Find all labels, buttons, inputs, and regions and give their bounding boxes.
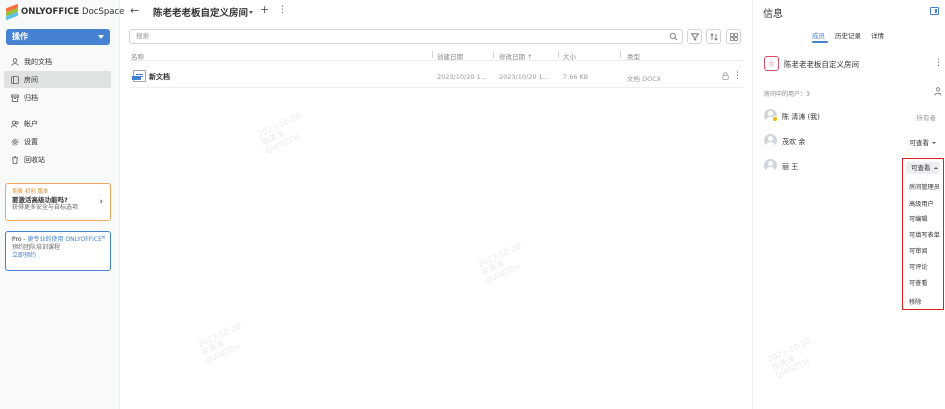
member-row[interactable]: 陈 清涛 (我) 所有者 [764, 109, 936, 123]
rooms-icon [11, 75, 19, 84]
table-header: 名称 创建日期 修改日期 ↑ 大小 类型 [129, 50, 743, 61]
page-title: 陈老老老板自定义房间 [153, 8, 249, 19]
member-name: 茂欢 余 [782, 138, 806, 146]
archive-icon [11, 94, 19, 102]
table-row[interactable]: 新文档 2023/10/20 1... 2023/10/20 1... 7.66… [129, 66, 743, 88]
plus-icon[interactable]: + [260, 3, 269, 16]
chevron-up-icon [933, 167, 938, 169]
filter-button[interactable] [687, 29, 702, 44]
onlyoffice-logo-icon [6, 3, 18, 21]
file-size: 7.66 KB [563, 73, 589, 81]
info-panel: 信息 成员 历史记录 详情 ☆ 陈老老老板自定义房间 ⋮ 房间中的用户：3 陈 … [752, 0, 945, 409]
add-user-icon[interactable] [934, 87, 942, 96]
avatar [764, 159, 777, 172]
role-option-editor[interactable]: 可编辑 [909, 214, 928, 223]
avatar [764, 134, 777, 147]
chevron-down-icon [98, 35, 104, 39]
promo-subtitle: 获得更多安全与自标选项 [12, 204, 79, 211]
column-header-size[interactable]: 大小 [563, 51, 576, 61]
member-name: 丽 王 [782, 163, 799, 171]
book-now-link[interactable]: 立即预约 [12, 252, 104, 260]
search-icon [669, 32, 678, 41]
member-name: 陈 清涛 (我) [782, 113, 820, 121]
promo-link[interactable]: 更专业的使用 ONLYOFFICE [28, 236, 102, 243]
role-option-remove[interactable]: 移除 [909, 297, 921, 306]
role-option-power-user[interactable]: 高级用户 [909, 199, 934, 208]
accounts-icon [11, 120, 19, 128]
chevron-down-icon[interactable] [249, 11, 253, 14]
more-vertical-icon[interactable]: ⋮ [733, 72, 742, 81]
member-role-select[interactable]: 可查看 [906, 162, 940, 174]
role-option-form-filler[interactable]: 可填写表单 [909, 230, 940, 239]
file-type: 文档 DOCX [627, 75, 662, 83]
tab-members[interactable]: 成员 [812, 30, 825, 40]
room-name: 陈老老老板自定义房间 [784, 60, 859, 69]
role-option-room-admin[interactable]: 房间管理员 [909, 182, 940, 191]
view-toggle-button[interactable] [726, 29, 741, 44]
upgrade-promo-card[interactable]: 免费 初创 版本 要激活高级功能吗? 获得更多安全与自标选项 › [5, 183, 111, 221]
tab-details[interactable]: 详情 [871, 30, 884, 40]
users-count: 房间中的用户：3 [764, 91, 810, 98]
person-icon [11, 57, 19, 66]
sort-icon [709, 32, 718, 41]
member-role-select[interactable]: 可查看 [910, 137, 936, 147]
column-header-type[interactable]: 类型 [627, 51, 640, 61]
app-logo[interactable]: ONLYOFFICE DocSpace [6, 3, 124, 21]
sidebar: ONLYOFFICE DocSpace 操作 我的文档 房间 归档 帐户 设置 … [0, 0, 124, 409]
chevron-right-icon: › [99, 197, 103, 207]
star-icon: ☆ [764, 56, 779, 71]
training-promo-card: Pro - 更专业的使用 ONLYOFFICE 预约团队培训课程 立即预约 × [5, 231, 111, 271]
column-header-name[interactable]: 名称 [131, 51, 144, 61]
sidebar-item-accounts[interactable]: 帐户 [4, 115, 111, 132]
main-content: ← 陈老老老板自定义房间 + ⋮ 搜索 名称 创建日期 修改日期 ↑ 大小 类型… [121, 0, 751, 409]
trash-icon [12, 155, 18, 164]
member-row[interactable]: 茂欢 余 可查看 [764, 134, 936, 148]
sidebar-item-rooms[interactable]: 房间 [4, 71, 111, 88]
info-panel-toggle-icon[interactable] [930, 7, 939, 15]
grid-view-icon [729, 32, 738, 41]
actions-button[interactable]: 操作 [6, 29, 110, 45]
chevron-down-icon [932, 142, 936, 144]
gear-icon [11, 138, 19, 145]
sidebar-item-settings[interactable]: 设置 [4, 133, 111, 150]
tab-history[interactable]: 历史记录 [835, 30, 861, 40]
docx-file-icon [132, 70, 146, 82]
filter-icon [690, 32, 699, 41]
info-panel-title: 信息 [763, 9, 783, 20]
promo-tag: 免费 初创 版本 [12, 189, 49, 195]
promo-title: 要激活高级功能吗? [12, 196, 68, 204]
role-dropdown: 可查看 房间管理员 高级用户 可编辑 可填写表单 可审阅 可评论 可查看 移除 [902, 158, 944, 310]
owner-badge-icon [772, 116, 778, 122]
sidebar-item-trash[interactable]: 回收站 [4, 151, 111, 168]
role-option-reviewer[interactable]: 可审阅 [909, 246, 928, 255]
file-created: 2023/10/20 1... [437, 73, 487, 81]
active-tab-indicator [812, 41, 828, 43]
file-modified: 2023/10/20 1... [499, 73, 549, 81]
sort-button[interactable] [706, 29, 721, 44]
lock-icon[interactable] [722, 72, 729, 80]
column-header-created[interactable]: 创建日期 [437, 51, 463, 61]
column-header-modified[interactable]: 修改日期 ↑ [499, 51, 533, 61]
more-vertical-icon[interactable]: ⋮ [934, 59, 943, 68]
arrow-left-icon[interactable]: ← [130, 4, 139, 17]
more-vertical-icon[interactable]: ⋮ [278, 6, 287, 15]
search-input[interactable]: 搜索 [129, 29, 683, 44]
close-icon[interactable]: × [101, 234, 106, 242]
role-option-viewer[interactable]: 可查看 [909, 278, 928, 287]
member-role: 所有者 [916, 114, 937, 122]
role-option-commenter[interactable]: 可评论 [909, 262, 928, 271]
sidebar-item-my-documents[interactable]: 我的文档 [4, 53, 111, 70]
file-name: 新文档 [149, 73, 170, 81]
sidebar-item-archive[interactable]: 归档 [4, 89, 111, 106]
